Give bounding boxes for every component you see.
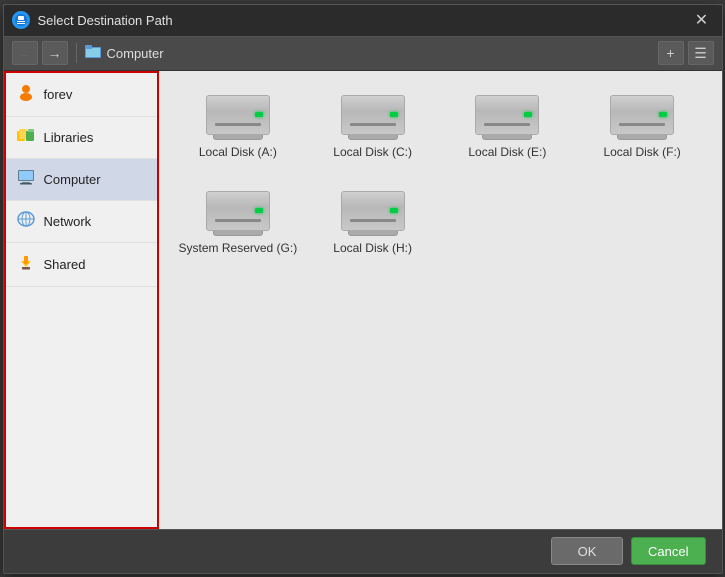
drive-f[interactable]: Local Disk (F:) (579, 87, 706, 167)
titlebar: Select Destination Path ✕ (4, 5, 722, 37)
user-icon (16, 83, 36, 106)
network-icon (16, 211, 36, 232)
cancel-button[interactable]: Cancel (631, 537, 705, 565)
sidebar-item-network-label: Network (44, 214, 92, 229)
sidebar-item-computer[interactable]: Computer (6, 159, 157, 201)
main-panel: Local Disk (A:) Local Disk (C:) (159, 71, 722, 529)
dialog-title: Select Destination Path (38, 13, 682, 28)
sidebar-item-libraries-label: Libraries (44, 130, 94, 145)
sidebar-item-libraries[interactable]: Libraries (6, 117, 157, 159)
sidebar-item-shared[interactable]: Shared (6, 243, 157, 287)
drive-e-icon (475, 95, 539, 139)
close-button[interactable]: ✕ (690, 8, 714, 32)
content-area: forev Libraries (4, 71, 722, 529)
drive-f-icon (610, 95, 674, 139)
new-folder-button[interactable]: + (658, 41, 684, 65)
toolbar: ← → Computer + ☰ (4, 37, 722, 71)
drive-h[interactable]: Local Disk (H:) (309, 183, 436, 263)
drive-a-icon (206, 95, 270, 139)
computer-icon (16, 169, 36, 190)
drive-e-label: Local Disk (E:) (468, 145, 546, 159)
location-label: Computer (107, 46, 164, 61)
sidebar: forev Libraries (4, 71, 159, 529)
drive-h-icon (341, 191, 405, 235)
location-icon (85, 45, 101, 62)
file-grid: Local Disk (A:) Local Disk (C:) (175, 87, 706, 263)
drive-c-icon (341, 95, 405, 139)
sidebar-item-shared-label: Shared (44, 257, 86, 272)
drive-a-label: Local Disk (A:) (199, 145, 277, 159)
drive-g[interactable]: System Reserved (G:) (175, 183, 302, 263)
sidebar-item-forev-label: forev (44, 87, 73, 102)
drive-f-label: Local Disk (F:) (603, 145, 680, 159)
dialog-icon (12, 11, 30, 29)
toolbar-actions: + ☰ (658, 41, 714, 65)
shared-icon (16, 253, 36, 276)
drive-h-label: Local Disk (H:) (333, 241, 412, 255)
sidebar-item-forev[interactable]: forev (6, 73, 157, 117)
toolbar-separator (76, 43, 77, 63)
location-bar: Computer (85, 45, 654, 62)
forward-button[interactable]: → (42, 41, 68, 65)
libraries-icon (16, 127, 36, 148)
drive-c[interactable]: Local Disk (C:) (309, 87, 436, 167)
drive-a[interactable]: Local Disk (A:) (175, 87, 302, 167)
drive-c-label: Local Disk (C:) (333, 145, 412, 159)
back-button[interactable]: ← (12, 41, 38, 65)
dialog: Select Destination Path ✕ ← → Computer +… (3, 4, 723, 574)
drive-g-label: System Reserved (G:) (179, 241, 298, 255)
sidebar-item-computer-label: Computer (44, 172, 101, 187)
ok-button[interactable]: OK (551, 537, 623, 565)
sidebar-item-network[interactable]: Network (6, 201, 157, 243)
view-button[interactable]: ☰ (688, 41, 714, 65)
footer: OK Cancel (4, 529, 722, 573)
drive-e[interactable]: Local Disk (E:) (444, 87, 571, 167)
drive-g-icon (206, 191, 270, 235)
